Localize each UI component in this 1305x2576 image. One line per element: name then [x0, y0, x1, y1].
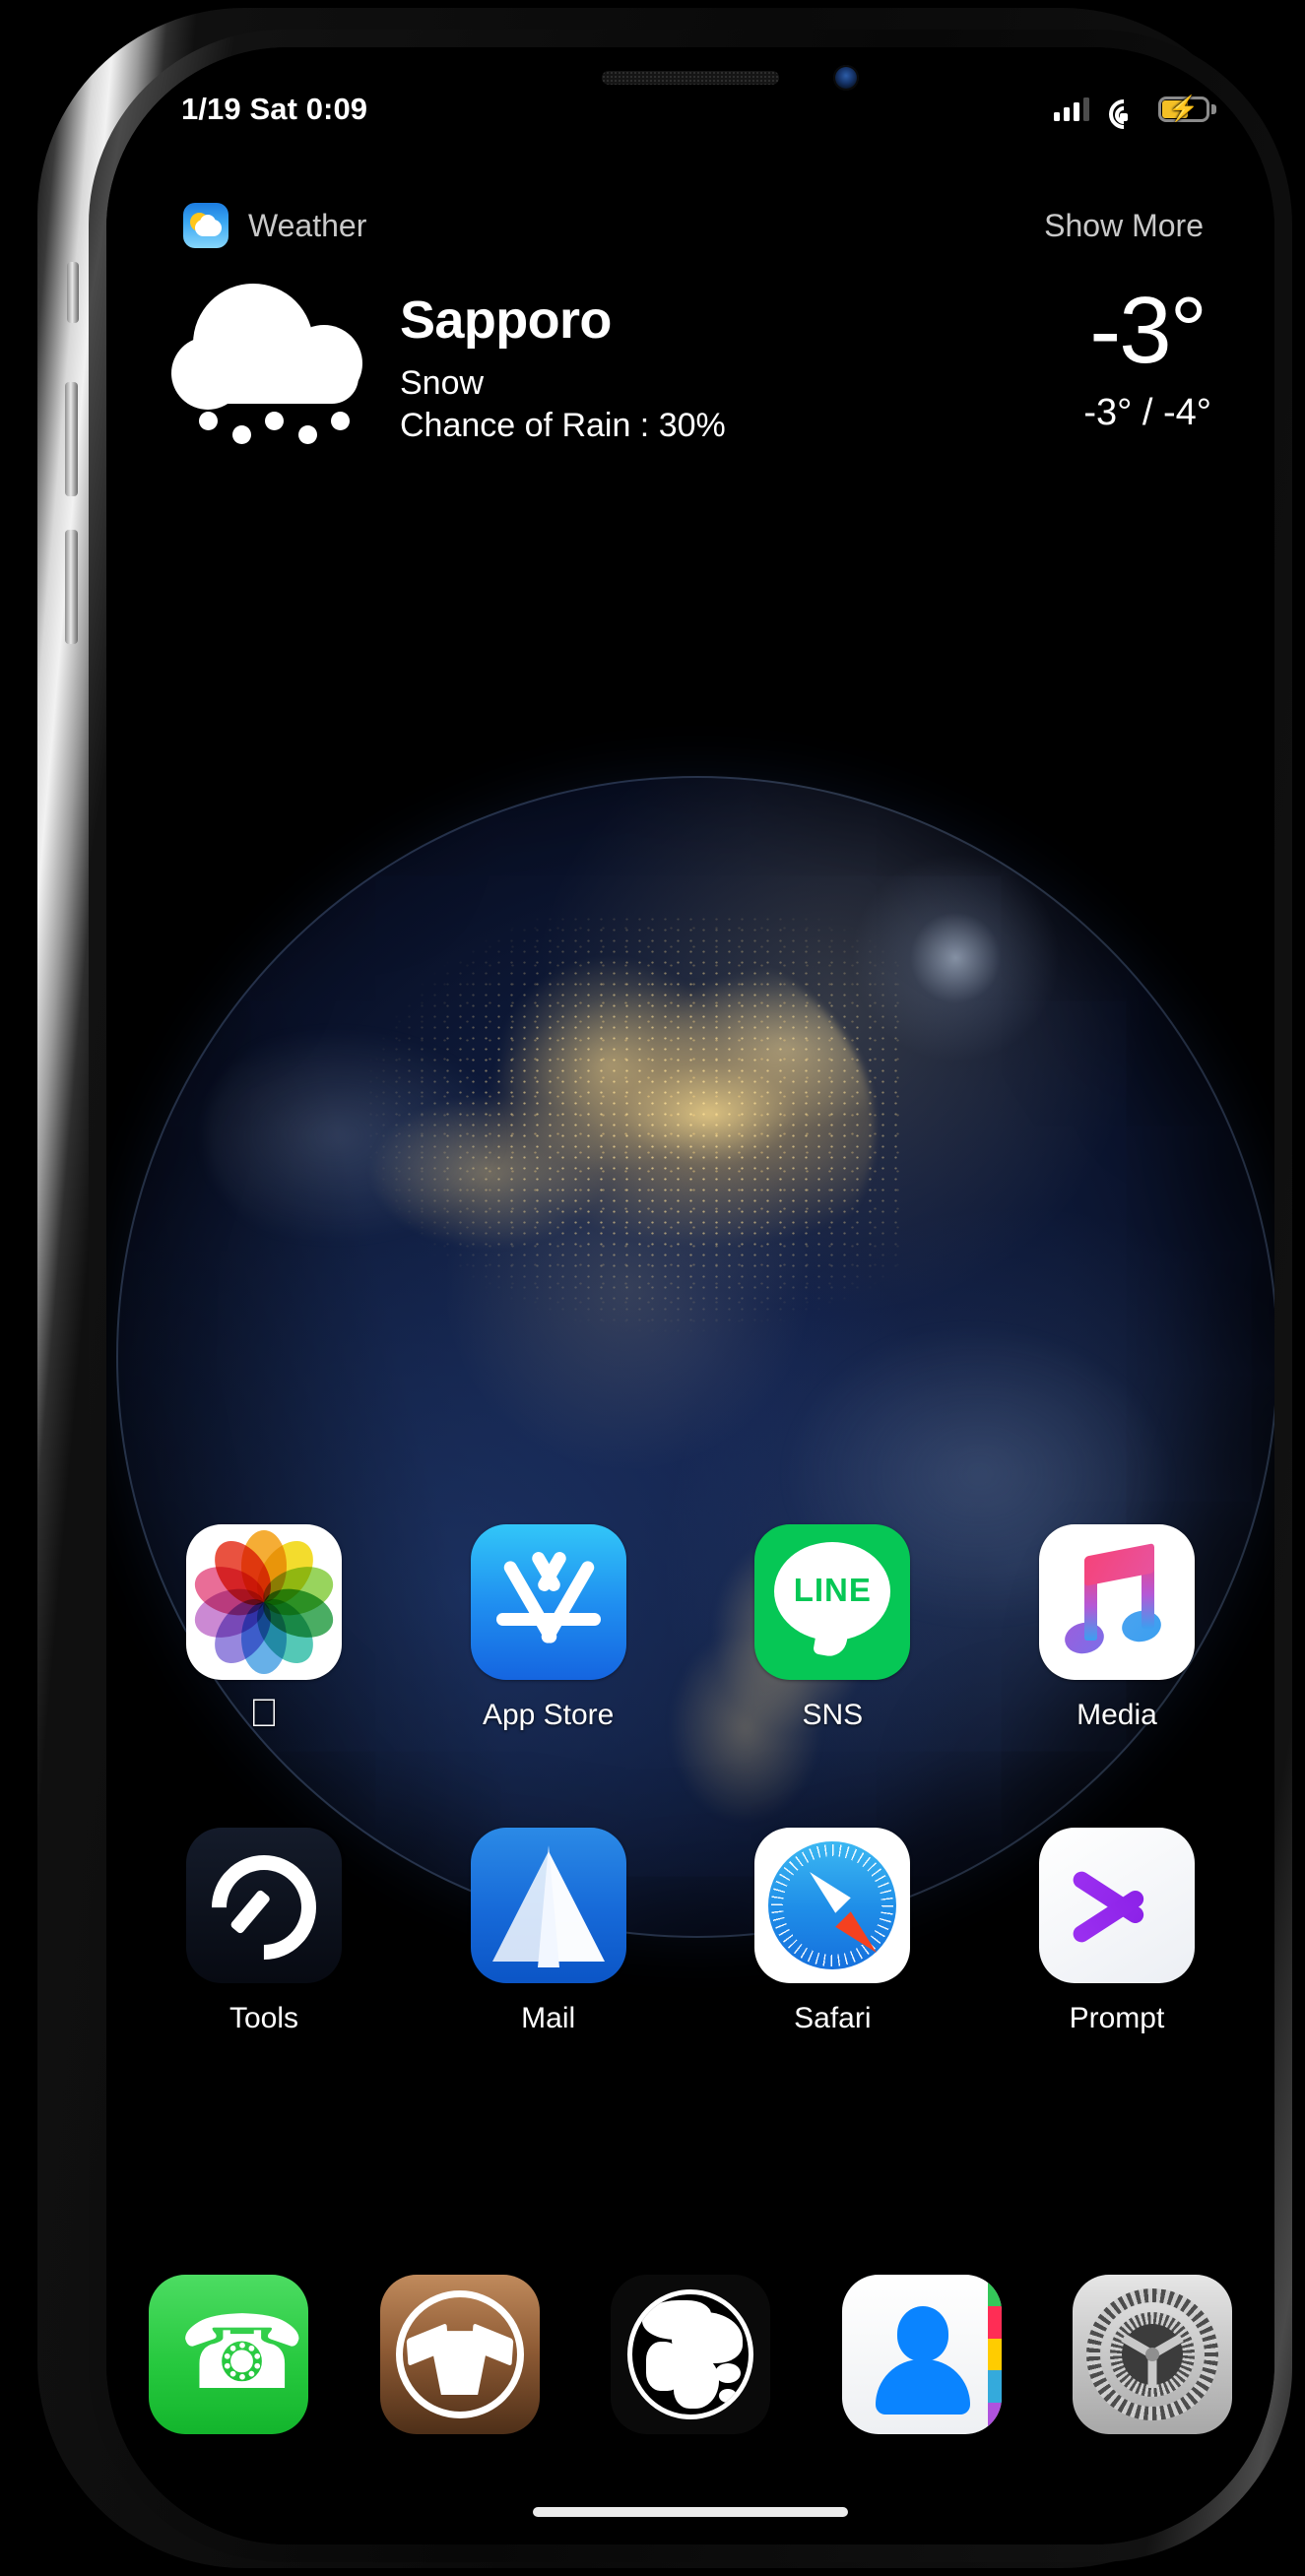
- dock-app-globe[interactable]: [596, 2275, 785, 2434]
- show-more-button[interactable]: Show More: [1044, 208, 1204, 244]
- app-label: Tools: [228, 2002, 299, 2034]
- weather-condition-text: Snow: [400, 364, 485, 402]
- app-grid-row-2: Tools Mail Safari Prompt: [106, 1828, 1274, 2035]
- earth-atmosphere-glow: [110, 770, 1274, 1944]
- weather-city-name: Sapporo: [400, 290, 612, 350]
- cydia-box-icon[interactable]: [379, 2275, 540, 2434]
- app-mail[interactable]: Mail: [442, 1828, 655, 2035]
- weather-rain-chance: Chance of Rain : 30%: [400, 407, 726, 444]
- weather-current-temperature: -3°: [1089, 278, 1207, 383]
- wifi-icon: [1102, 93, 1145, 136]
- speedtest-gauge-icon[interactable]: [186, 1828, 342, 1983]
- dock-app-settings[interactable]: [1058, 2275, 1247, 2434]
- settings-gears-icon[interactable]: [1073, 2275, 1232, 2434]
- snow-cloud-icon: [169, 278, 374, 445]
- safari-compass-icon[interactable]: [754, 1828, 911, 1983]
- silent-switch[interactable]: [67, 262, 79, 323]
- weather-details: Sapporo Snow Chance of Rain : 30%: [374, 278, 1083, 445]
- weather-widget-title-group: Weather: [183, 203, 366, 248]
- weather-widget-body: Sapporo Snow Chance of Rain : 30% -3° -3…: [106, 256, 1274, 445]
- weather-temperature-range: -3° / -4°: [1083, 392, 1211, 433]
- app-app-store[interactable]: App Store: [442, 1524, 655, 1732]
- app-label: SNS: [802, 1699, 864, 1731]
- app-label: App Store: [482, 1699, 615, 1731]
- contacts-person-icon[interactable]: [841, 2275, 1002, 2434]
- app-label: : [249, 1694, 279, 1733]
- app-label: Prompt: [1069, 2002, 1165, 2034]
- earth-at-night-wallpaper-image: [110, 770, 1274, 1944]
- dock-app-contacts[interactable]: [827, 2275, 1016, 2434]
- phone-screen[interactable]: 1/19 Sat 0:09 ⚡ Weather Show More Sappor…: [106, 47, 1274, 2544]
- app-prompt[interactable]: Prompt: [1011, 1828, 1223, 2035]
- earpiece-speaker: [602, 71, 779, 85]
- line-icon-text: LINE: [793, 1572, 872, 1608]
- weather-widget-header: Weather Show More: [106, 195, 1274, 256]
- battery-charging-icon: ⚡: [1158, 97, 1216, 122]
- weather-widget[interactable]: Weather Show More Sapporo Snow Chance of…: [106, 195, 1274, 445]
- app-label: Media: [1077, 1699, 1157, 1731]
- app-label: Safari: [794, 2002, 872, 2034]
- weather-widget-app-name: Weather: [248, 207, 367, 243]
- volume-down-button[interactable]: [65, 530, 78, 644]
- device-frame: 1/19 Sat 0:09 ⚡ Weather Show More Sappor…: [37, 8, 1292, 2568]
- status-bar-icons: ⚡: [1054, 93, 1216, 136]
- photos-icon[interactable]: [186, 1524, 342, 1680]
- status-bar-time: 1/19 Sat 0:09: [181, 92, 368, 126]
- phone-icon[interactable]: ☎: [149, 2275, 308, 2434]
- weather-app-icon: [183, 203, 228, 248]
- front-camera-icon: [833, 65, 859, 91]
- prompt-chevron-icon[interactable]: [1038, 1828, 1195, 1983]
- spark-mail-paper-plane-icon[interactable]: [470, 1828, 626, 1983]
- app-tools[interactable]: Tools: [158, 1828, 370, 2035]
- line-icon[interactable]: LINE: [754, 1524, 911, 1680]
- notch: [439, 47, 942, 108]
- contacts-index-tabs: [987, 2275, 1002, 2434]
- app-store-icon[interactable]: [470, 1524, 626, 1680]
- weather-temperature-group: -3° -3° / -4°: [1083, 278, 1217, 434]
- app-sns-line[interactable]: LINE SNS: [726, 1524, 939, 1732]
- app-photos[interactable]: : [158, 1524, 370, 1733]
- app-safari[interactable]: Safari: [726, 1828, 939, 2035]
- app-grid-row-1:  App Store LINE SNS: [106, 1524, 1274, 1733]
- app-label: Mail: [521, 2002, 576, 2034]
- dock: ☎: [106, 2275, 1274, 2434]
- cellular-signal-icon: [1054, 97, 1089, 121]
- dock-app-phone[interactable]: ☎: [134, 2275, 323, 2434]
- apple-music-icon[interactable]: [1038, 1524, 1195, 1680]
- home-indicator[interactable]: [533, 2507, 848, 2517]
- volume-up-button[interactable]: [65, 382, 78, 496]
- app-media-music[interactable]: Media: [1011, 1524, 1223, 1732]
- dock-app-cydia[interactable]: [365, 2275, 555, 2434]
- globe-browser-icon[interactable]: [611, 2275, 770, 2434]
